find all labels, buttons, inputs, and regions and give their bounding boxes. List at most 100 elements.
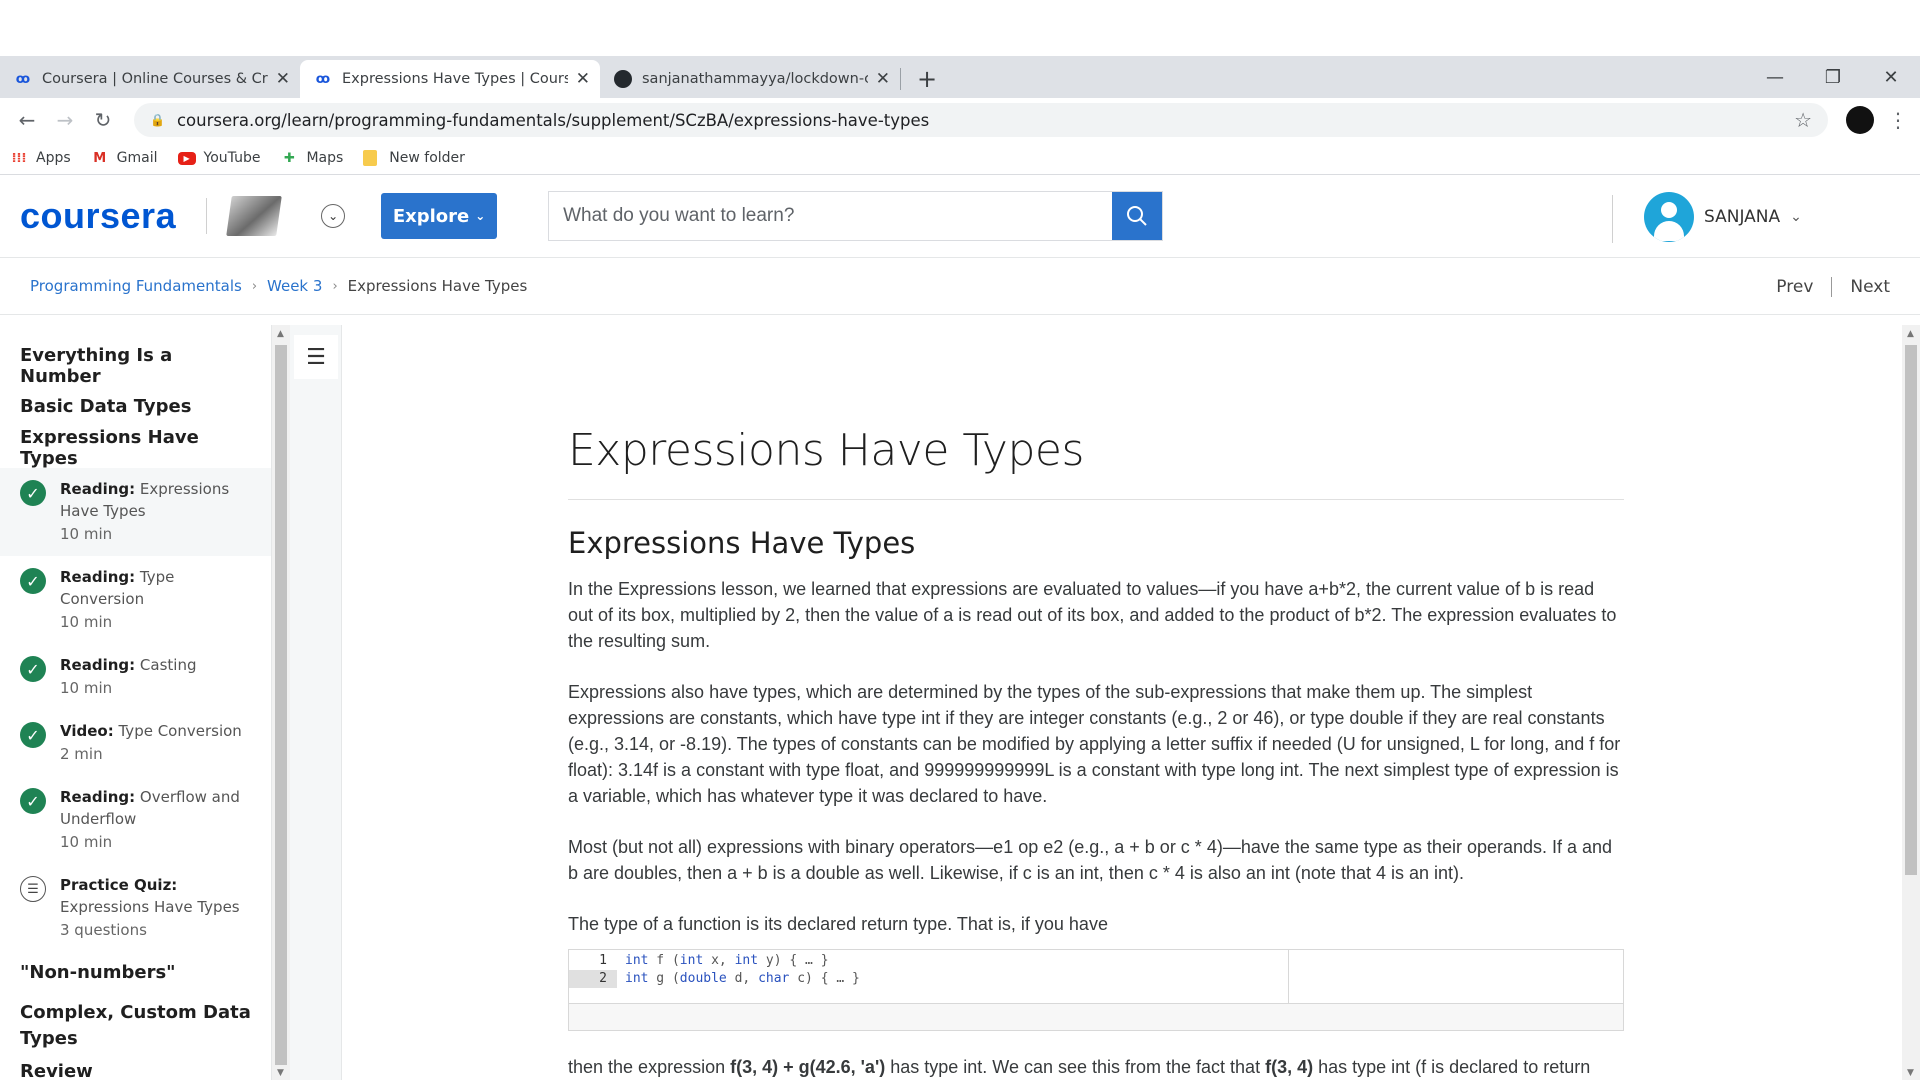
- top-blank-area: [0, 0, 1920, 56]
- text-run: has type int (f is declared to return: [1313, 1057, 1591, 1077]
- sidebar-lesson-item[interactable]: ✓ Reading: Casting 10 min: [0, 644, 271, 710]
- lesson-duration: 10 min: [60, 679, 113, 697]
- sidebar-lesson-item[interactable]: ✓ Reading: Expressions Have Types 10 min: [0, 468, 271, 556]
- tab-title: Coursera | Online Courses & Credentials: [42, 71, 268, 87]
- menu-kebab-icon[interactable]: ⋮: [1888, 108, 1908, 132]
- bookmark-apps[interactable]: ⁞⁞⁞ Apps: [10, 149, 71, 167]
- sidebar-lesson-item[interactable]: ✓ Reading: Type Conversion 10 min: [0, 556, 271, 644]
- browser-toolbar: ← → ↻ 🔒 coursera.org/learn/programming-f…: [0, 98, 1920, 142]
- sidebar-section[interactable]: Everything Is a Number: [0, 345, 271, 387]
- address-bar[interactable]: 🔒 coursera.org/learn/programming-fundame…: [134, 103, 1828, 137]
- bookmark-label: Maps: [306, 150, 344, 166]
- sidebar-section[interactable]: Expressions Have Types: [0, 427, 271, 469]
- lesson-duration: 2 min: [60, 745, 103, 763]
- bookmark-label: Apps: [36, 150, 71, 166]
- quiz-icon: ☰: [20, 876, 46, 902]
- check-icon: ✓: [20, 722, 46, 748]
- sidebar-section[interactable]: Review: [0, 1051, 271, 1080]
- breadcrumb-course-link[interactable]: Programming Fundamentals: [30, 277, 242, 295]
- title-divider: [568, 499, 1624, 500]
- profile-avatar[interactable]: [1846, 106, 1874, 134]
- main-area: Everything Is a Number Basic Data Types …: [0, 325, 1920, 1080]
- reload-icon[interactable]: ↻: [88, 108, 118, 132]
- table-of-contents-icon[interactable]: ☰: [294, 335, 338, 379]
- institution-logo[interactable]: [226, 196, 282, 236]
- lesson-title: Type Conversion: [118, 722, 242, 740]
- restore-icon[interactable]: ❐: [1804, 56, 1862, 98]
- sidebar-lesson-item[interactable]: ☰ Practice Quiz: Expressions Have Types …: [0, 864, 271, 952]
- bookmark-gmail[interactable]: M Gmail: [91, 149, 157, 167]
- new-tab-icon[interactable]: +: [917, 65, 937, 93]
- code-line: int g (double d, char c) { … }: [625, 971, 860, 986]
- sidebar-section[interactable]: Complex, Custom Data: [0, 999, 271, 1025]
- back-icon[interactable]: ←: [12, 108, 42, 132]
- browser-tab-active[interactable]: ꝏ Expressions Have Types | Coursera ✕: [300, 60, 600, 98]
- sidebar-lesson-item[interactable]: ✓ Reading: Overflow and Underflow 10 min: [0, 776, 271, 864]
- search-icon: [1127, 206, 1147, 226]
- coursera-logo[interactable]: coursera: [20, 195, 176, 237]
- lesson-title-cont: Underflow: [60, 810, 137, 828]
- lock-icon: 🔒: [150, 113, 165, 127]
- user-menu[interactable]: SANJANA ⌄: [1644, 192, 1802, 242]
- minimize-icon[interactable]: —: [1746, 56, 1804, 98]
- header-divider: [206, 198, 208, 234]
- scroll-down-icon[interactable]: ▼: [277, 1068, 284, 1078]
- next-button[interactable]: Next: [1850, 277, 1890, 297]
- forward-icon[interactable]: →: [50, 108, 80, 132]
- section-heading: Expressions Have Types: [568, 526, 916, 560]
- code-output-pane: [1289, 950, 1623, 1004]
- code-editor[interactable]: 1 2 int f (int x, int y) { … } int g (do…: [569, 950, 1289, 1004]
- prev-button[interactable]: Prev: [1776, 277, 1813, 297]
- close-window-icon[interactable]: ✕: [1862, 56, 1920, 98]
- lesson-type: Practice Quiz:: [60, 876, 178, 894]
- breadcrumb: Programming Fundamentals › Week 3 › Expr…: [0, 258, 1920, 315]
- sidebar-section[interactable]: Basic Data Types: [0, 386, 271, 427]
- sidebar-section-cont: Types: [20, 1027, 78, 1049]
- lesson-type: Reading:: [60, 656, 136, 674]
- lesson-duration: 10 min: [60, 833, 113, 851]
- scrollbar-thumb[interactable]: [275, 345, 287, 1065]
- folder-icon: [363, 150, 378, 166]
- sidebar-scrollbar[interactable]: ▲ ▼: [272, 325, 290, 1080]
- chevron-down-icon[interactable]: ⌄: [321, 204, 346, 228]
- chevron-down-icon: ⌄: [475, 209, 486, 223]
- bookmark-youtube[interactable]: ▶ YouTube: [177, 150, 260, 166]
- chevron-right-icon: ›: [251, 278, 258, 294]
- lesson-type: Reading:: [60, 480, 136, 498]
- text-run: has type int. We can see this from the f…: [885, 1057, 1266, 1077]
- sidebar-lesson-item[interactable]: ✓ Video: Type Conversion 2 min: [0, 710, 271, 776]
- paragraph: then the expression f(3, 4) + g(42.6, 'a…: [568, 1057, 1624, 1078]
- browser-tab[interactable]: sanjanathammayya/lockdown-ce ✕: [600, 60, 900, 98]
- user-name: SANJANA: [1704, 207, 1781, 227]
- scroll-up-icon[interactable]: ▲: [1907, 329, 1914, 339]
- scroll-down-icon[interactable]: ▼: [1907, 1068, 1914, 1078]
- lesson-duration: 10 min: [60, 613, 113, 631]
- bookmark-maps[interactable]: ✚ Maps: [280, 149, 343, 167]
- youtube-icon: ▶: [177, 151, 196, 165]
- page-scrollbar[interactable]: ▲ ▼: [1902, 325, 1920, 1080]
- lesson-title-cont: Conversion: [60, 590, 145, 608]
- search-button[interactable]: [1112, 192, 1163, 240]
- close-icon[interactable]: ✕: [276, 69, 290, 89]
- search-input[interactable]: [549, 192, 1113, 240]
- scrollbar-thumb[interactable]: [1905, 345, 1917, 875]
- bookmark-star-icon[interactable]: ☆: [1794, 108, 1812, 132]
- bookmark-new-folder[interactable]: New folder: [363, 150, 465, 166]
- explore-button[interactable]: Explore ⌄: [381, 193, 498, 239]
- close-icon[interactable]: ✕: [876, 69, 890, 89]
- tab-divider: [900, 68, 901, 90]
- paragraph: Expressions also have types, which are d…: [568, 682, 1621, 806]
- breadcrumb-week-link[interactable]: Week 3: [267, 277, 322, 295]
- paragraph: In the Expressions lesson, we learned th…: [568, 579, 1617, 651]
- check-icon: ✓: [20, 568, 46, 594]
- site-header: coursera ⌄ Explore ⌄ SANJANA ⌄: [0, 175, 1920, 258]
- lesson-type: Video:: [60, 722, 114, 740]
- scroll-up-icon[interactable]: ▲: [277, 329, 284, 339]
- browser-tab[interactable]: ꝏ Coursera | Online Courses & Credential…: [0, 60, 300, 98]
- reading-content: Expressions Have Types Expressions Have …: [568, 325, 1624, 1078]
- close-icon[interactable]: ✕: [576, 69, 590, 89]
- explore-label: Explore: [392, 205, 470, 227]
- course-sidebar: Everything Is a Number Basic Data Types …: [0, 325, 272, 1080]
- paragraph: Most (but not all) expressions with bina…: [568, 837, 1613, 883]
- sidebar-section[interactable]: "Non-numbers": [0, 952, 271, 993]
